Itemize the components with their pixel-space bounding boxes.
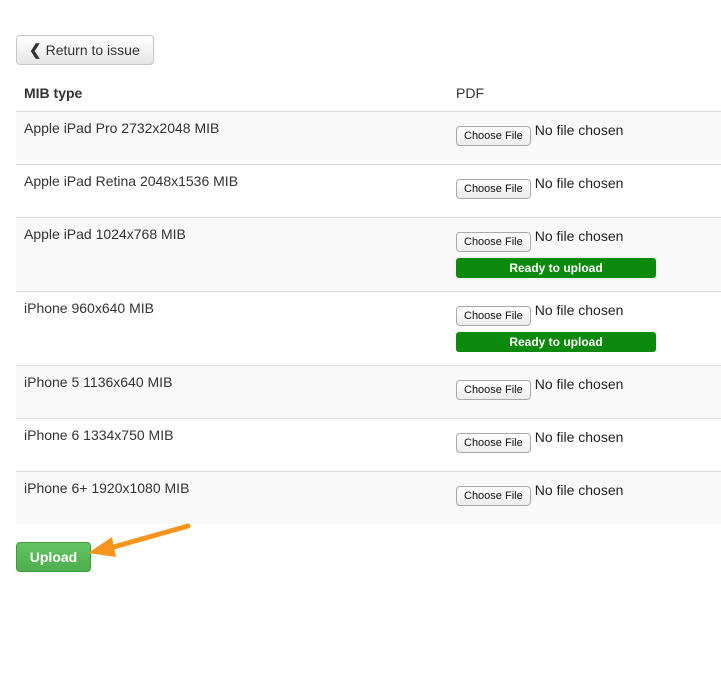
pdf-cell: Choose File No file chosen	[448, 111, 721, 165]
file-input: Choose File No file chosen	[456, 175, 713, 199]
file-input: Choose File No file chosen	[456, 429, 713, 453]
no-file-chosen-text: No file chosen	[534, 228, 624, 244]
file-input: Choose File No file chosen	[456, 122, 713, 146]
choose-file-button[interactable]: Choose File	[456, 433, 531, 453]
table-row: Apple iPad Retina 2048x1536 MIB Choose F…	[16, 164, 721, 218]
no-file-chosen-text: No file chosen	[534, 175, 624, 191]
table-row: iPhone 960x640 MIB Choose File No file c…	[16, 291, 721, 366]
choose-file-button[interactable]: Choose File	[456, 380, 531, 400]
mib-type-cell: Apple iPad Retina 2048x1536 MIB	[16, 164, 448, 218]
pdf-cell: Choose File No file chosen	[448, 164, 721, 218]
pdf-cell: Choose File No file chosen Ready to uplo…	[448, 291, 721, 366]
no-file-chosen-text: No file chosen	[534, 122, 624, 138]
table-row: iPhone 6+ 1920x1080 MIB Choose File No f…	[16, 471, 721, 524]
mib-type-cell: Apple iPad 1024x768 MIB	[16, 217, 448, 292]
table-row: Apple iPad Pro 2732x2048 MIB Choose File…	[16, 111, 721, 165]
file-input: Choose File No file chosen	[456, 376, 713, 400]
chevron-left-icon: ❮	[29, 41, 42, 59]
table-row: Apple iPad 1024x768 MIB Choose File No f…	[16, 217, 721, 292]
table-header-row: MIB type PDF	[16, 74, 721, 112]
table-row: iPhone 6 1334x750 MIB Choose File No fil…	[16, 418, 721, 472]
pdf-cell: Choose File No file chosen	[448, 471, 721, 524]
no-file-chosen-text: No file chosen	[534, 482, 624, 498]
mib-type-cell: iPhone 960x640 MIB	[16, 291, 448, 366]
choose-file-button[interactable]: Choose File	[456, 306, 531, 326]
file-input: Choose File No file chosen	[456, 228, 713, 252]
column-header-pdf: PDF	[448, 74, 721, 112]
pdf-cell: Choose File No file chosen	[448, 418, 721, 472]
file-input: Choose File No file chosen	[456, 482, 713, 506]
file-input: Choose File No file chosen	[456, 302, 713, 326]
mib-type-cell: Apple iPad Pro 2732x2048 MIB	[16, 111, 448, 165]
upload-button-label: Upload	[29, 549, 78, 565]
choose-file-button[interactable]: Choose File	[456, 232, 531, 252]
page: ❮ Return to issue MIB type PDF Apple iPa…	[0, 0, 721, 700]
annotation-arrow-icon	[88, 523, 191, 557]
return-to-issue-label: Return to issue	[45, 42, 140, 58]
pdf-cell: Choose File No file chosen Ready to uplo…	[448, 217, 721, 292]
return-to-issue-button[interactable]: ❮ Return to issue	[16, 35, 154, 65]
ready-to-upload-status: Ready to upload	[456, 258, 656, 278]
choose-file-button[interactable]: Choose File	[456, 126, 531, 146]
mib-type-cell: iPhone 6 1334x750 MIB	[16, 418, 448, 472]
mib-type-cell: iPhone 5 1136x640 MIB	[16, 365, 448, 419]
pdf-cell: Choose File No file chosen	[448, 365, 721, 419]
choose-file-button[interactable]: Choose File	[456, 486, 531, 506]
no-file-chosen-text: No file chosen	[534, 429, 624, 445]
no-file-chosen-text: No file chosen	[534, 302, 624, 318]
column-header-mib-type: MIB type	[16, 74, 448, 112]
table-row: iPhone 5 1136x640 MIB Choose File No fil…	[16, 365, 721, 419]
ready-to-upload-status: Ready to upload	[456, 332, 656, 352]
mib-type-cell: iPhone 6+ 1920x1080 MIB	[16, 471, 448, 524]
no-file-chosen-text: No file chosen	[534, 376, 624, 392]
choose-file-button[interactable]: Choose File	[456, 179, 531, 199]
mib-upload-table: MIB type PDF Apple iPad Pro 2732x2048 MI…	[16, 74, 721, 524]
